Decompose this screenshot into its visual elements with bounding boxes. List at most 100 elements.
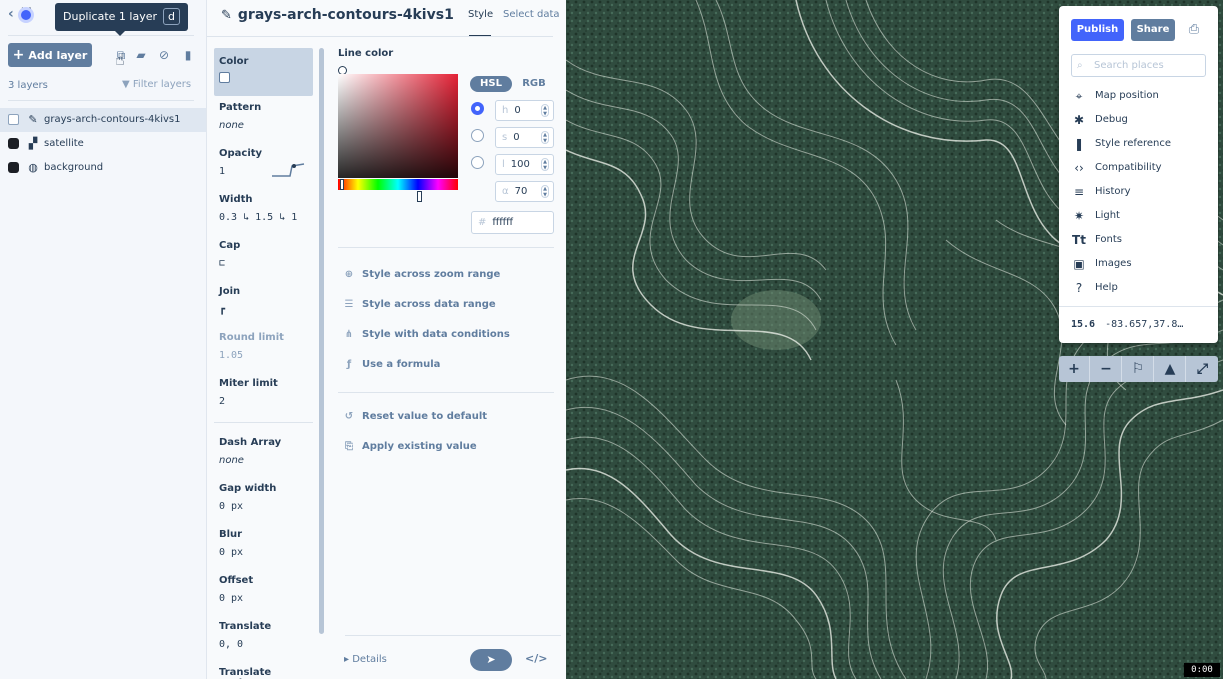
map-position-readout[interactable]: 15.6 -83.657,37.8… <box>1071 319 1183 330</box>
apply-existing-button[interactable]: ⎘ Apply existing value <box>342 441 477 452</box>
menu-history[interactable]: ≡ History <box>1071 184 1131 200</box>
prop-pattern[interactable]: Pattern none <box>214 102 313 131</box>
layer-swatch[interactable] <box>8 162 19 173</box>
properties-scrollbar[interactable] <box>319 48 324 634</box>
publish-button[interactable]: Publish <box>1071 19 1124 41</box>
layer-editor: ✎ grays-arch-contours-4kivs1 Style Select… <box>207 0 566 679</box>
recording-timer: 0:00 <box>1184 663 1220 677</box>
prop-miter-limit[interactable]: Miter limit 2 <box>214 378 313 407</box>
prop-translate-anchor[interactable]: Translate anchor <box>214 667 313 679</box>
zoom-in-button[interactable]: + <box>1059 356 1090 382</box>
tab-style[interactable]: Style <box>468 9 493 20</box>
mode-rgb[interactable]: RGB <box>514 76 554 92</box>
menu-compatibility[interactable]: ‹› Compatibility <box>1071 160 1161 176</box>
prop-translate[interactable]: Translate 0, 0 <box>214 621 313 650</box>
divider <box>338 392 554 393</box>
saturation-lightness-picker[interactable] <box>338 74 458 178</box>
stepper-icon[interactable]: ▲ ▼ <box>541 158 549 171</box>
code-view-button[interactable]: </> <box>525 652 547 665</box>
print-icon[interactable]: ⎙ <box>1186 22 1202 38</box>
prop-round-limit[interactable]: Round limit 1.05 <box>214 332 313 361</box>
radio-l[interactable] <box>471 156 484 169</box>
pointer-mode-button[interactable]: ➤ <box>470 649 512 671</box>
map-panel: Publish Share ⎙ ⌕ Search places ⌖ Map posi… <box>1059 6 1218 343</box>
radio-s[interactable] <box>471 129 484 142</box>
hue-input[interactable]: h 0 ▲ ▼ <box>495 100 554 121</box>
menu-style-reference[interactable]: ❚ Style reference <box>1071 136 1171 152</box>
back-chevron-icon[interactable]: ‹ <box>8 6 14 22</box>
field-prefix: # <box>478 217 487 228</box>
layer-name: background <box>44 162 104 173</box>
prop-value: 2 <box>219 396 226 407</box>
prop-value: 1.05 <box>219 350 244 361</box>
prop-label: Round limit <box>219 332 284 343</box>
prop-label: Translate <box>219 621 272 632</box>
prop-color[interactable]: Color <box>214 48 313 96</box>
details-toggle[interactable]: ▸ Details <box>344 654 387 665</box>
folder-icon[interactable]: ▰ <box>133 47 149 63</box>
code-icon: </> <box>525 652 548 665</box>
zoom-level: 15.6 <box>1071 319 1096 330</box>
add-layer-button[interactable]: + Add layer <box>8 43 92 67</box>
hex-input[interactable]: # ffffff <box>471 211 554 234</box>
zoom-out-button[interactable]: − <box>1091 356 1122 382</box>
prop-join[interactable]: Join ┏ <box>214 286 313 315</box>
prop-offset[interactable]: Offset 0 px <box>214 575 313 604</box>
option-label: Style across data range <box>362 299 496 310</box>
inspect-icon[interactable]: ⚐ <box>1123 356 1154 382</box>
layer-title[interactable]: ✎ grays-arch-contours-4kivs1 <box>221 7 454 23</box>
layers-panel: ‹ U Duplicate 1 layerd +Add layer ⧉ ☝ ▰ … <box>0 0 207 679</box>
fullscreen-icon[interactable]: ⤢ <box>1187 356 1218 382</box>
hue-slider[interactable] <box>338 179 458 190</box>
menu-fonts[interactable]: Tt Fonts <box>1071 232 1122 248</box>
layer-name: satellite <box>44 138 84 149</box>
reset-default-button[interactable]: ↺ Reset value to default <box>342 411 487 422</box>
data-range-icon: ☰ <box>344 299 354 310</box>
trash-icon[interactable]: ▮ <box>180 47 196 63</box>
stepper-icon[interactable]: ▲ ▼ <box>541 104 549 117</box>
alpha-handle[interactable] <box>417 191 422 202</box>
layer-row[interactable]: ▞ satellite <box>0 132 206 156</box>
option-zoom-range[interactable]: ⊕ Style across zoom range <box>342 269 500 280</box>
menu-light[interactable]: ✷ Light <box>1071 208 1120 224</box>
saturation-input[interactable]: s 0 ▲ ▼ <box>495 127 554 148</box>
menu-debug[interactable]: ✱ Debug <box>1071 112 1128 128</box>
share-button[interactable]: Share <box>1131 19 1175 41</box>
prop-width[interactable]: Width 0.3 ↳ 1.5 ↳ 1 <box>214 194 313 223</box>
compass-icon[interactable]: ▲ <box>1155 356 1186 382</box>
menu-images[interactable]: ▣ Images <box>1071 256 1131 272</box>
layer-row[interactable]: ✎ grays-arch-contours-4kivs1 <box>0 108 206 132</box>
prop-value: 0 px <box>219 593 244 604</box>
filter-label: Filter layers <box>132 79 192 90</box>
hide-layer-icon[interactable]: ⊘ <box>156 47 172 63</box>
menu-map-position[interactable]: ⌖ Map position <box>1071 88 1159 104</box>
layer-row[interactable]: ◍ background <box>0 156 206 180</box>
option-formula[interactable]: ƒ Use a formula <box>342 359 441 370</box>
divider <box>8 35 194 36</box>
prop-label: Color <box>219 56 249 67</box>
prop-cap[interactable]: Cap ⊏ <box>214 240 313 269</box>
option-data-range[interactable]: ☰ Style across data range <box>342 299 496 310</box>
search-places-input[interactable]: ⌕ Search places <box>1071 54 1206 77</box>
prop-label: Gap width <box>219 483 277 494</box>
lightness-input[interactable]: l 100 ▲ ▼ <box>495 154 554 175</box>
code-icon: ‹› <box>1074 161 1084 175</box>
layer-checkbox[interactable] <box>8 114 19 125</box>
prop-gap-width[interactable]: Gap width 0 px <box>214 483 313 512</box>
stepper-icon[interactable]: ▲ ▼ <box>541 131 549 144</box>
stepper-icon[interactable]: ▲ ▼ <box>541 185 549 198</box>
layer-swatch[interactable] <box>8 138 19 149</box>
field-prefix: α <box>502 186 509 197</box>
option-data-conditions[interactable]: ⋔ Style with data conditions <box>342 329 510 340</box>
alpha-input[interactable]: α 70 ▲ ▼ <box>495 181 554 202</box>
menu-help[interactable]: ? Help <box>1071 280 1118 296</box>
tab-select-data[interactable]: Select data <box>503 9 560 20</box>
prop-blur[interactable]: Blur 0 px <box>214 529 313 558</box>
prop-dash-array[interactable]: Dash Array none <box>214 437 313 466</box>
hue-handle[interactable] <box>340 179 344 190</box>
menu-label: Style reference <box>1095 138 1172 149</box>
radio-h[interactable] <box>471 102 484 115</box>
filter-layers-button[interactable]: ▼ Filter layers <box>122 79 191 90</box>
mode-hsl[interactable]: HSL <box>470 76 512 92</box>
prop-opacity[interactable]: Opacity 1 <box>214 148 313 177</box>
